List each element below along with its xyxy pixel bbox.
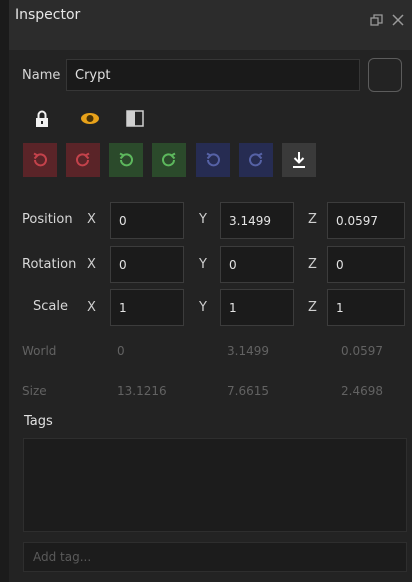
scale-label: Scale [33,299,68,314]
position-z-label: Z [308,212,317,227]
redo-green-button[interactable] [152,143,186,177]
restore-window-icon[interactable] [370,14,383,30]
size-x-value: 13.1216 [117,384,167,398]
tags-label: Tags [24,414,53,429]
scale-y-input[interactable] [220,289,294,326]
eye-icon[interactable] [79,111,101,125]
rotation-y-label: Y [199,257,207,272]
scale-y-label: Y [199,300,207,315]
undo-icon [119,152,133,167]
redo-red-button[interactable] [66,143,100,177]
tags-list[interactable] [23,438,407,532]
download-icon [293,152,305,168]
position-x-label: X [87,212,96,227]
position-y-label: Y [199,212,207,227]
undo-red-button[interactable] [23,143,57,177]
rotation-x-label: X [87,257,96,272]
position-x-input[interactable] [110,202,184,239]
undo-icon [33,152,47,167]
scale-z-input[interactable] [327,289,405,326]
size-z-value: 2.4698 [341,384,383,398]
size-label: Size [22,384,47,398]
scale-x-input[interactable] [110,289,184,326]
size-y-value: 7.6615 [227,384,269,398]
color-swatch[interactable] [368,58,402,92]
add-tag-input[interactable] [23,542,407,572]
title-bar: Inspector [9,0,412,50]
name-input[interactable] [66,59,360,91]
redo-icon [162,152,176,167]
rotation-x-input[interactable] [110,246,184,283]
redo-icon [249,152,263,167]
download-button[interactable] [282,143,316,177]
world-z-value: 0.0597 [341,344,383,358]
rotation-z-label: Z [308,257,317,272]
inspector-panel: Inspector Name Position X [9,0,412,582]
scale-z-label: Z [308,300,317,315]
position-label: Position [22,212,73,227]
world-x-value: 0 [117,344,125,358]
redo-icon [76,152,90,167]
close-icon[interactable] [392,14,404,29]
world-y-value: 3.1499 [227,344,269,358]
rotation-y-input[interactable] [220,246,294,283]
redo-blue-button[interactable] [239,143,273,177]
undo-icon [206,152,220,167]
rotation-label: Rotation [22,257,77,272]
position-y-input[interactable] [220,202,294,239]
undo-blue-button[interactable] [196,143,230,177]
panel-title: Inspector [15,7,81,23]
rotation-z-input[interactable] [327,246,405,283]
lock-icon[interactable] [34,109,50,127]
half-fill-icon[interactable] [125,109,145,127]
name-label: Name [22,68,61,83]
position-z-input[interactable] [327,202,405,239]
undo-green-button[interactable] [109,143,143,177]
scale-x-label: X [87,300,96,315]
world-label: World [22,344,57,358]
